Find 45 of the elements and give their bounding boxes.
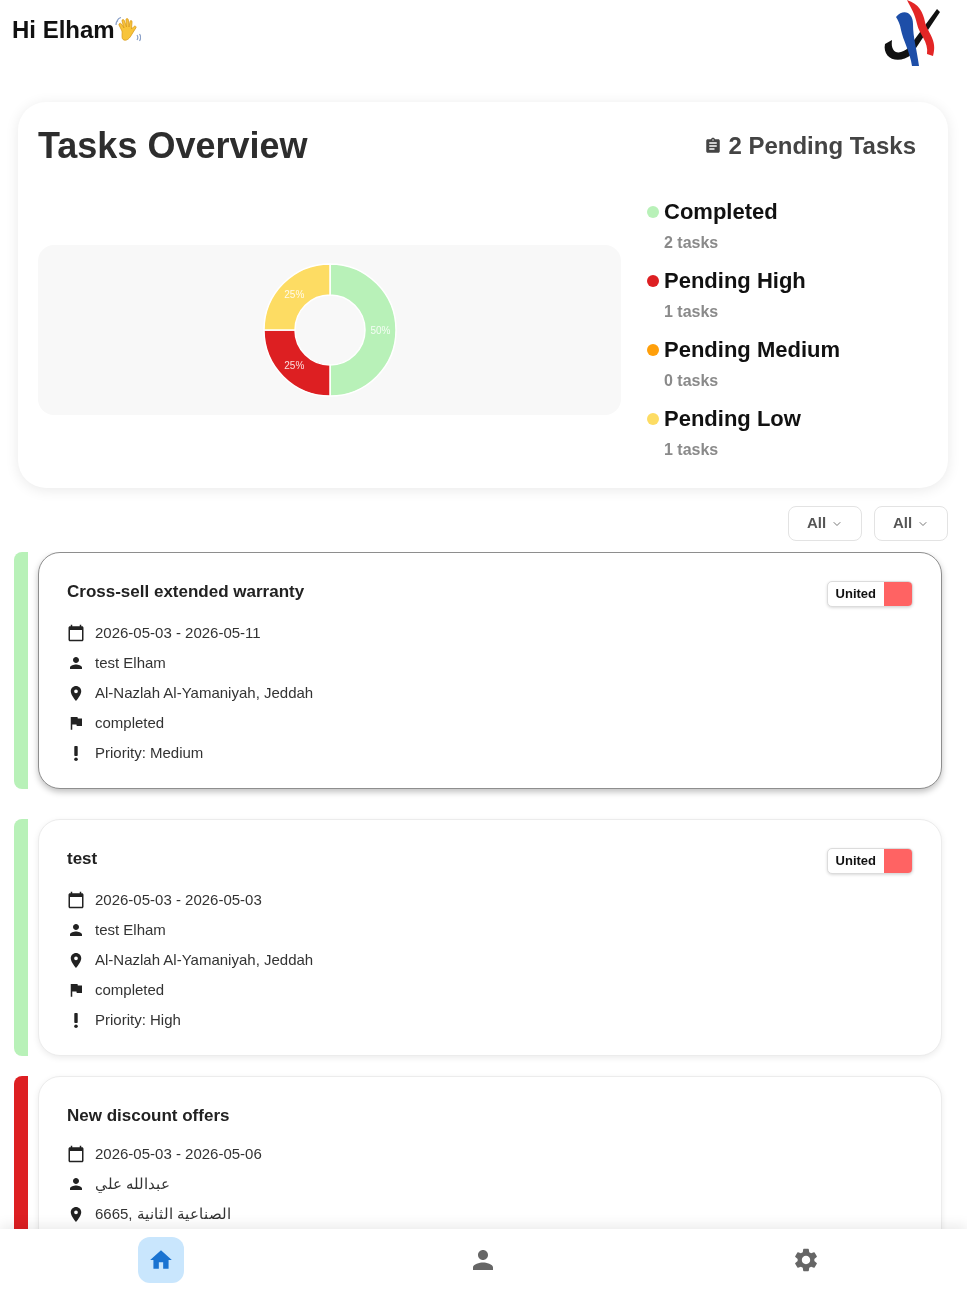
task-detail: 6665, الصناعية الثانية (95, 1204, 231, 1224)
task-card[interactable]: Cross-sell extended warranty United 2026-05-03 - 2026-05-11 test Elham Al-Nazlah Al-Yamaniyah, Jeddah completed Priority: Medium (38, 552, 942, 789)
task-detail: 2026-05-03 - 2026-05-11 (95, 623, 261, 643)
legend-count: 2 tasks (664, 233, 720, 253)
overview-title: Tasks Overview (38, 124, 308, 168)
waving-hand-icon (114, 17, 141, 43)
task-detail: 2026-05-03 - 2026-05-06 (95, 1144, 262, 1164)
task-detail: test Elham (95, 920, 166, 940)
calendar-icon (67, 624, 85, 642)
task-detail: Priority: High (95, 1010, 181, 1030)
legend-count: 1 tasks (664, 302, 720, 322)
task-detail: 2026-05-03 - 2026-05-03 (95, 890, 262, 910)
slice-label: 25% (283, 360, 304, 372)
task-detail: test Elham (95, 653, 166, 673)
legend-count: 1 tasks (664, 440, 720, 460)
task-detail: completed (95, 980, 165, 1000)
filter-dropdown[interactable]: All (874, 506, 948, 541)
swoosh-logo (882, 0, 942, 68)
slice-label: 25% (283, 288, 304, 300)
task-detail: Al-Nazlah Al-Yamaniyah, Jeddah (95, 683, 314, 703)
task-card[interactable]: test United 2026-05-03 - 2026-05-03 test Elham Al-Nazlah Al-Yamaniyah, Jeddah completed Priority: High (38, 819, 942, 1056)
greeting: Hi Elham (12, 16, 115, 44)
legend-label: Pending High (664, 267, 806, 295)
exclamation-icon (74, 745, 78, 761)
calendar-icon (67, 1145, 85, 1163)
exclamation-icon (74, 1012, 78, 1028)
legend-label: Pending Low (664, 405, 801, 433)
task-title: Cross-sell extended warranty (67, 581, 305, 603)
legend-label: Completed (664, 198, 778, 226)
task-title: test (67, 848, 98, 870)
slice-label: 50% (370, 324, 390, 336)
task-detail: Priority: Medium (95, 743, 204, 763)
task-title: New discount offers (67, 1105, 230, 1127)
legend-count: 0 tasks (664, 371, 720, 391)
nav-button[interactable] (138, 1237, 185, 1283)
task-detail: Al-Nazlah Al-Yamaniyah, Jeddah (95, 950, 314, 970)
task-detail: completed (95, 713, 165, 733)
task-detail: عبدالله علي (95, 1174, 171, 1194)
tag-label: United (834, 852, 877, 870)
pending-count: 2 Pending Tasks (728, 131, 916, 161)
filter-dropdown[interactable]: All (788, 506, 862, 541)
calendar-icon (67, 891, 85, 909)
legend-label: Pending Medium (664, 336, 840, 364)
clipboard-icon (704, 137, 723, 155)
tag-label: United (834, 585, 877, 603)
